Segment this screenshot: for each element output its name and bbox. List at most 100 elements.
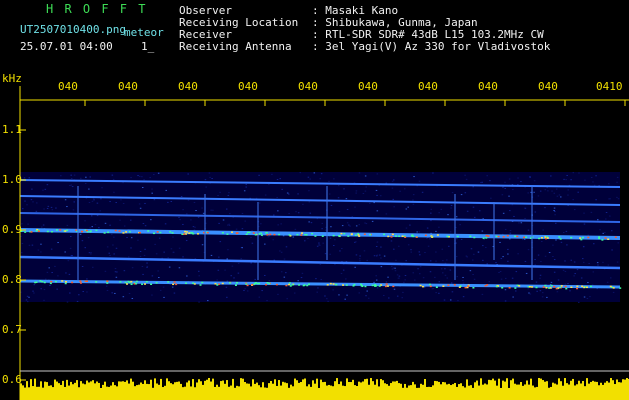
noise-dot — [392, 267, 395, 269]
power-bar — [396, 380, 398, 400]
power-bar — [592, 380, 594, 400]
power-bar — [368, 384, 370, 400]
power-bar — [574, 385, 576, 400]
power-bar — [398, 383, 400, 400]
signal-hotspot — [145, 280, 148, 283]
noise-dot — [297, 212, 300, 214]
noise-dot — [329, 253, 331, 255]
signal-hotspot — [39, 280, 42, 282]
noise-dot — [481, 230, 484, 232]
noise-dot — [224, 269, 226, 271]
noise-dot — [130, 237, 133, 239]
power-bar — [320, 379, 322, 400]
noise-dot — [89, 227, 91, 229]
noise-dot — [112, 178, 115, 180]
noise-dot — [504, 187, 506, 189]
power-bar — [134, 386, 136, 400]
noise-dot — [380, 246, 382, 248]
noise-dot — [430, 208, 433, 210]
signal-hotspot — [329, 282, 332, 285]
signal-hotspot — [221, 282, 224, 285]
noise-dot — [106, 246, 109, 248]
noise-dot — [51, 209, 54, 211]
signal-hotspot — [185, 231, 188, 233]
signal-hotspot — [24, 231, 27, 233]
signal-hotspot — [126, 283, 129, 285]
noise-dot — [120, 199, 122, 201]
signal-hotspot — [256, 282, 259, 285]
noise-dot — [109, 224, 111, 226]
noise-dot — [219, 191, 221, 193]
power-bar — [446, 384, 448, 400]
noise-dot — [46, 207, 49, 209]
power-bar — [244, 382, 246, 400]
signal-hotspot — [347, 235, 350, 237]
noise-dot — [504, 181, 506, 183]
power-bar — [142, 383, 144, 400]
noise-dot — [355, 241, 357, 243]
noise-dot — [324, 253, 327, 255]
noise-dot — [228, 192, 230, 194]
noise-dot — [450, 204, 453, 206]
power-bar — [506, 378, 508, 400]
signal-hotspot — [484, 284, 487, 287]
power-bar — [256, 382, 258, 400]
power-bar — [436, 381, 438, 400]
noise-dot — [505, 277, 507, 279]
power-bar — [88, 382, 90, 400]
noise-dot — [162, 286, 165, 288]
noise-dot — [210, 209, 212, 211]
noise-dot — [268, 235, 271, 237]
signal-hotspot — [273, 233, 276, 236]
noise-dot — [71, 255, 73, 257]
signal-hotspot — [245, 283, 248, 285]
noise-dot — [277, 210, 279, 212]
noise-dot — [165, 189, 167, 191]
noise-dot — [474, 216, 476, 218]
noise-dot — [345, 198, 348, 200]
noise-dot — [541, 296, 544, 298]
noise-dot — [330, 226, 332, 228]
noise-dot — [587, 234, 589, 236]
power-bar — [400, 383, 402, 400]
signal-hotspot — [538, 237, 541, 240]
x-tick-label: 040 — [478, 80, 498, 93]
power-bar — [72, 384, 74, 400]
power-strip — [20, 378, 629, 400]
signal-hotspot — [332, 234, 335, 237]
noise-dot — [398, 275, 401, 277]
noise-dot — [486, 175, 488, 177]
power-bar — [228, 386, 230, 400]
noise-dot — [60, 175, 62, 177]
signal-hotspot — [65, 281, 68, 283]
signal-hotspot — [201, 281, 204, 284]
noise-dot — [322, 242, 324, 244]
noise-dot — [418, 251, 421, 253]
noise-dot — [450, 282, 453, 284]
noise-dot — [528, 292, 530, 294]
noise-dot — [358, 172, 361, 174]
noise-dot — [190, 219, 192, 221]
power-bar — [82, 383, 84, 400]
noise-dot — [365, 223, 368, 225]
noise-dot — [228, 224, 231, 226]
noise-dot — [324, 295, 326, 297]
signal-hotspot — [150, 283, 153, 286]
signal-hotspot — [514, 235, 517, 238]
power-bar — [290, 384, 292, 400]
noise-dot — [529, 176, 531, 178]
power-bar — [580, 383, 582, 400]
power-bar — [278, 380, 280, 400]
power-bar — [188, 380, 190, 400]
noise-dot — [167, 257, 169, 259]
noise-dot — [142, 223, 145, 225]
noise-dot — [390, 240, 393, 242]
noise-dot — [518, 222, 520, 224]
noise-dot — [405, 260, 407, 262]
noise-dot — [578, 172, 580, 174]
power-bar — [512, 378, 514, 400]
noise-dot — [401, 297, 403, 299]
power-bar — [180, 383, 182, 400]
noise-dot — [472, 186, 474, 188]
noise-dot — [576, 269, 579, 271]
